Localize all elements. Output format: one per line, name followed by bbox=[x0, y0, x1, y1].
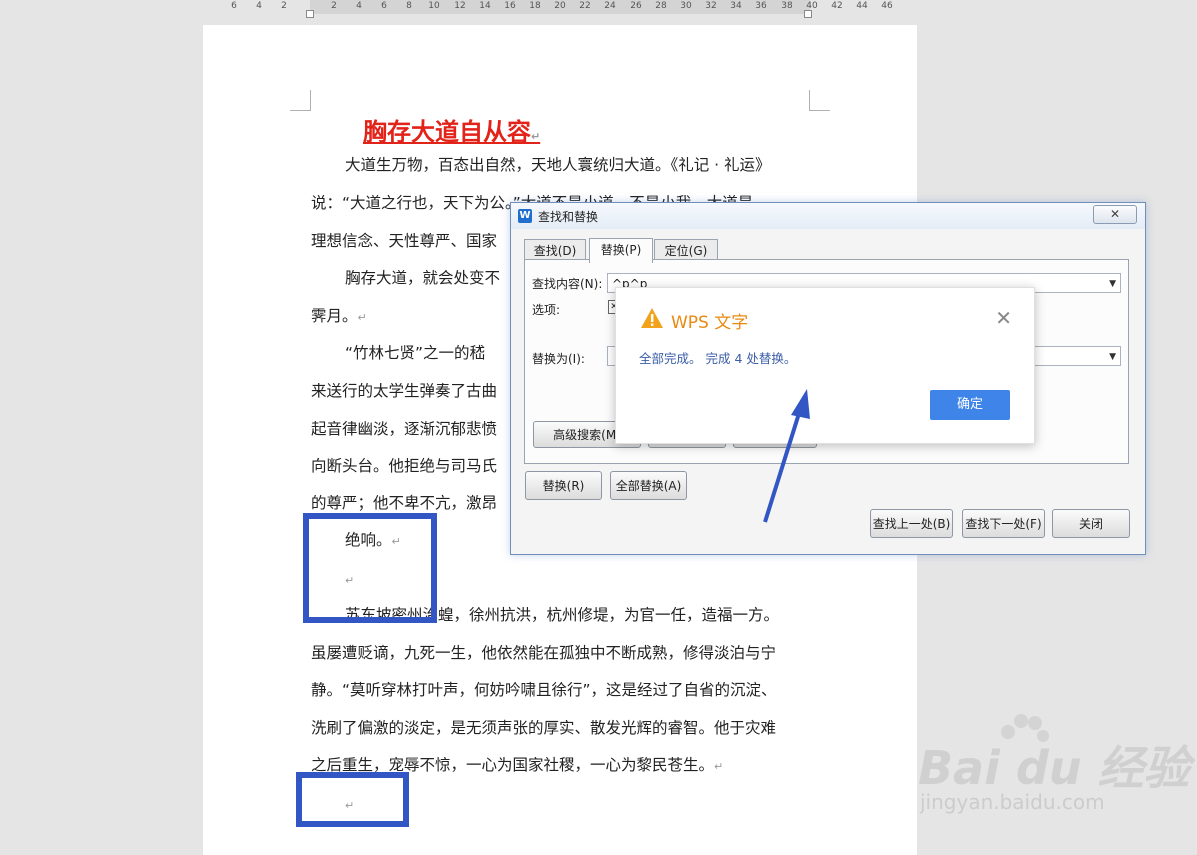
paragraph-mark: ↵ bbox=[357, 311, 367, 324]
doc-line[interactable]: 大道生万物，百态出自然，天地人寰统归大道。《礼记 · 礼运》 bbox=[345, 153, 771, 175]
ruler-tick: 4 bbox=[256, 1, 262, 11]
margin-corner-top-left bbox=[290, 90, 311, 111]
find-label: 查找内容(N): bbox=[532, 277, 603, 291]
replace-button[interactable]: 替换(R) bbox=[525, 471, 602, 500]
ruler-tick: 4 bbox=[356, 1, 362, 11]
doc-line-text: 霁月。 bbox=[311, 307, 358, 325]
message-text: 全部完成。 完成 4 处替换。 bbox=[639, 351, 797, 366]
ruler-tick: 16 bbox=[504, 1, 516, 11]
annotation-arrow bbox=[763, 389, 810, 523]
watermark-text: Bai du 经验 bbox=[918, 741, 1190, 795]
horizontal-ruler[interactable]: 6 4 2 2 4 6 8 10 12 14 16 18 20 22 24 26… bbox=[0, 0, 1197, 18]
replace-label: 替换为(I): bbox=[532, 352, 585, 366]
doc-line[interactable]: 洗刷了偏激的淡定，是无须声张的厚实、散发光辉的睿智。他于灾难 bbox=[311, 716, 776, 738]
ruler-tick: 24 bbox=[604, 1, 616, 11]
doc-line[interactable]: 来送行的太学生弹奏了古曲 bbox=[311, 379, 497, 401]
close-button[interactable]: 关闭 bbox=[1052, 509, 1130, 538]
ruler-tick: 42 bbox=[831, 1, 843, 11]
dialog-close-button[interactable]: ✕ bbox=[1093, 205, 1137, 224]
ruler-tick: 44 bbox=[856, 1, 868, 11]
doc-line[interactable]: 静。“莫听穿林打叶声，何妨吟啸且徐行”，这是经过了自省的沉淀、 bbox=[311, 678, 777, 700]
ruler-tick: 32 bbox=[705, 1, 717, 11]
ruler-tick: 22 bbox=[579, 1, 591, 11]
ruler-tick: 26 bbox=[630, 1, 642, 11]
ruler-tick: 18 bbox=[529, 1, 541, 11]
ruler-tick: 12 bbox=[454, 1, 466, 11]
ok-button[interactable]: 确定 bbox=[930, 390, 1010, 420]
paragraph-mark: ↵ bbox=[531, 130, 541, 143]
ruler-tick: 8 bbox=[406, 1, 412, 11]
chevron-down-icon[interactable]: ▼ bbox=[1109, 347, 1116, 367]
replace-all-button[interactable]: 全部替换(A) bbox=[610, 471, 687, 500]
ruler-tick: 34 bbox=[730, 1, 742, 11]
right-indent-marker[interactable] bbox=[804, 10, 812, 18]
chevron-down-icon[interactable]: ▼ bbox=[1109, 274, 1116, 294]
doc-line[interactable]: 起音律幽淡，逐渐沉郁悲愤 bbox=[311, 417, 497, 439]
message-box[interactable]: WPS 文字 ✕ 全部完成。 完成 4 处替换。 确定 bbox=[615, 287, 1035, 444]
options-label: 选项: bbox=[532, 303, 561, 317]
find-next-button[interactable]: 查找下一处(F) bbox=[962, 509, 1045, 538]
ruler-tick: 36 bbox=[755, 1, 767, 11]
doc-line[interactable]: “竹林七贤”之一的嵇 bbox=[345, 341, 485, 363]
ruler-tick: 30 bbox=[680, 1, 692, 11]
ruler-tick: 20 bbox=[554, 1, 566, 11]
doc-line[interactable]: 的尊严；他不卑不亢，激昂 bbox=[311, 491, 497, 513]
watermark-url: jingyan.baidu.com bbox=[920, 790, 1105, 814]
dialog-titlebar[interactable]: W 查找和替换 ✕ bbox=[511, 203, 1145, 229]
baidu-watermark: Bai du 经验 jingyan.baidu.com bbox=[918, 712, 1190, 822]
margin-corner-top-right bbox=[809, 90, 830, 111]
paragraph-mark: ↵ bbox=[714, 760, 724, 773]
warning-icon bbox=[641, 308, 663, 328]
indent-marker[interactable] bbox=[306, 10, 314, 18]
ruler-tick: 38 bbox=[781, 1, 793, 11]
ruler-tick: 10 bbox=[428, 1, 440, 11]
ruler-tick: 6 bbox=[231, 1, 237, 11]
ruler-tick: 46 bbox=[881, 1, 893, 11]
document-title-text: 胸存大道自从容 bbox=[363, 118, 531, 146]
ruler-tick: 28 bbox=[655, 1, 667, 11]
doc-line[interactable]: 虽屡遭贬谪，九死一生，他依然能在孤独中不断成熟，修得淡泊与宁 bbox=[311, 641, 776, 663]
doc-line[interactable]: 胸存大道，就会处变不 bbox=[345, 266, 500, 288]
ruler-tick: 14 bbox=[479, 1, 491, 11]
doc-line[interactable]: 霁月。↵ bbox=[311, 304, 367, 326]
document-title[interactable]: 胸存大道自从容↵ bbox=[363, 112, 540, 147]
ruler-tick: 6 bbox=[381, 1, 387, 11]
highlight-box bbox=[303, 513, 437, 623]
highlight-box bbox=[296, 772, 409, 827]
ruler-tick: 2 bbox=[331, 1, 337, 11]
message-title: WPS 文字 bbox=[671, 313, 749, 333]
close-icon[interactable]: ✕ bbox=[995, 306, 1012, 330]
find-previous-button[interactable]: 查找上一处(B) bbox=[870, 509, 953, 538]
dialog-title: 查找和替换 bbox=[538, 210, 599, 224]
doc-line[interactable]: 向断头台。他拒绝与司马氏 bbox=[311, 454, 497, 476]
tab-replace[interactable]: 替换(P) bbox=[589, 238, 653, 263]
wps-logo-icon: W bbox=[518, 209, 532, 223]
doc-line[interactable]: 理想信念、天性尊严、国家 bbox=[311, 229, 497, 251]
ruler-tick: 2 bbox=[281, 1, 287, 11]
